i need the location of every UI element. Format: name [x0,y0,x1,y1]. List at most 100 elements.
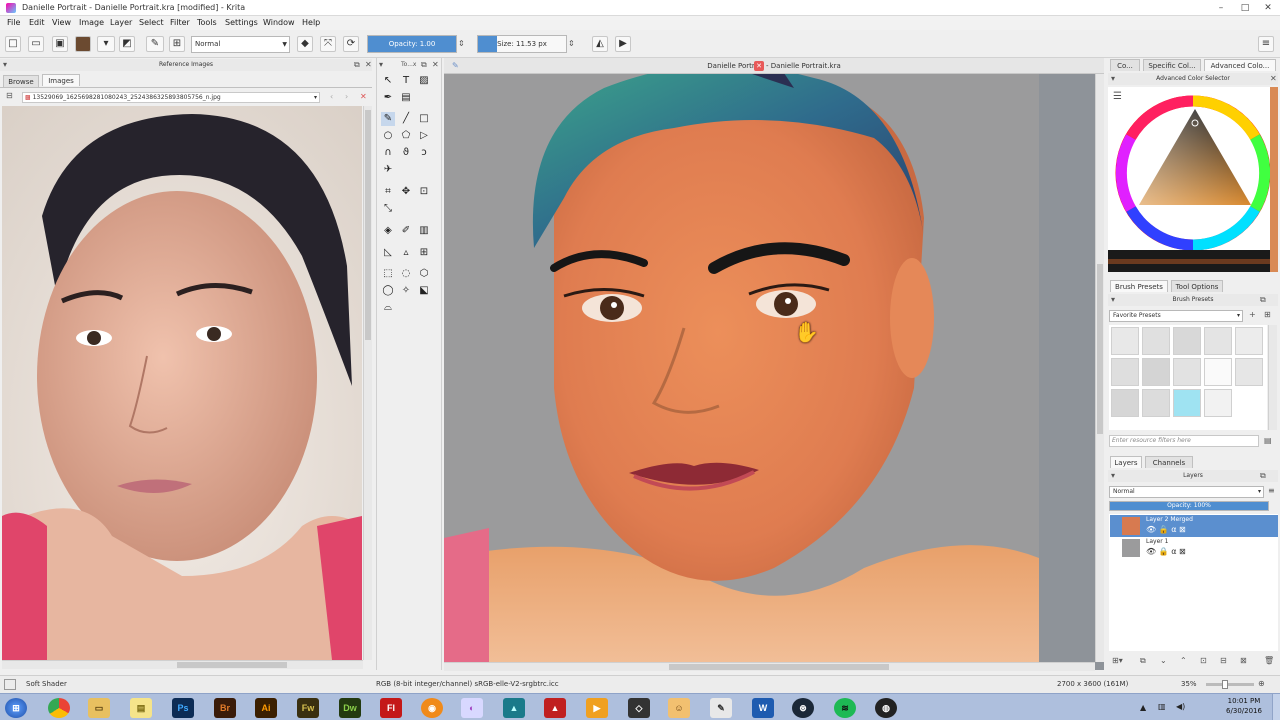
move-layer-up-icon[interactable]: ⌃ [1180,656,1187,665]
menu-file[interactable]: File [7,18,20,27]
brush-preset-12[interactable] [1142,389,1170,417]
acrobat-icon[interactable]: ▲ [544,698,566,718]
zoom-slider[interactable] [1206,680,1254,689]
tab-specific-color[interactable]: Specific Col... [1143,59,1201,71]
magic-wand-tool-icon[interactable]: ✧ [399,284,413,298]
layer-options-icon[interactable]: ≡ [1268,486,1275,495]
steam-icon[interactable]: ⊛ [792,698,814,718]
brush-preset-6[interactable] [1111,358,1139,386]
multibrush-tool-icon[interactable]: ✈ [381,163,395,177]
illustrator-icon[interactable]: Ai [255,698,277,718]
freehand-select-tool-icon[interactable]: ◯ [381,284,395,298]
flash-icon[interactable]: Fl [380,698,402,718]
reference-vertical-scrollbar[interactable] [363,106,372,660]
close-window-button[interactable]: ✕ [1257,2,1279,14]
layers-collapse-icon[interactable]: ▾ [1111,471,1115,480]
tab-color[interactable]: Co... [1110,59,1140,71]
path-dropdown-icon[interactable]: ▾ [314,93,317,102]
eraser-mode-icon[interactable]: ◆ [297,36,313,52]
brush-collapse-icon[interactable]: ▾ [1111,295,1115,304]
blend-mode-select[interactable]: Normal ▼ [191,36,290,53]
canvas-vertical-scrollbar[interactable] [1095,74,1104,662]
word-icon[interactable]: W [752,698,774,718]
new-document-icon[interactable]: □ [5,36,21,52]
sticky-notes-icon[interactable]: ▤ [130,698,152,718]
bezier-tool-icon[interactable]: ∩ [381,146,395,160]
brush-float-icon[interactable]: ⧉ [1260,295,1266,305]
menu-view[interactable]: View [52,18,71,27]
volume-icon[interactable]: ◀) [1176,702,1185,711]
reload-preset-icon[interactable]: ⟳ [343,36,359,52]
toolbox-collapse-icon[interactable]: ▾ [379,60,383,69]
brush-preset-11[interactable] [1111,389,1139,417]
canvas-area[interactable]: ✋ [444,58,1104,670]
mirror-horizontal-icon[interactable]: ◭ [592,36,608,52]
canvas-tab-title[interactable]: Danielle Portrait - Danielle Portrait.kr… [444,62,1104,70]
menu-window[interactable]: Window [263,18,295,27]
directory-icon[interactable]: ⊟ [6,91,13,100]
network-icon[interactable]: ▥ [1158,702,1166,711]
brush-save-filter-icon[interactable]: ▤ [1264,436,1272,445]
brush-preset-10[interactable] [1235,358,1263,386]
perspective-grid-tool-icon[interactable]: ▵ [399,246,413,260]
toolbox-float-icon[interactable]: ⧉ [421,60,427,70]
freehand-brush-tool-icon[interactable]: ✎ [381,112,395,126]
line-tool-icon[interactable]: ╱ [399,112,413,126]
app-icon[interactable]: ▲ [503,698,525,718]
collapse-arrow-icon[interactable]: ▾ [3,60,7,69]
canvas-horizontal-scrollbar[interactable] [444,662,1095,671]
remove-image-icon[interactable]: ✕ [360,92,367,101]
tab-images[interactable]: Images [42,74,80,86]
bezier-select-tool-icon[interactable]: ⌓ [381,301,395,315]
grid-tool-icon[interactable]: ⊞ [417,246,431,260]
layer-blend-mode-select[interactable]: Normal ▾ [1109,486,1264,498]
duplicate-layer-icon[interactable]: ⧉ [1140,656,1146,666]
tray-arrow-icon[interactable]: ▲ [1140,703,1146,712]
menu-help[interactable]: Help [302,18,320,27]
tab-browse[interactable]: Browse [3,75,39,87]
layer-visibility-icon[interactable]: 👁 🔒 α ⊠ [1146,547,1186,556]
brush-preset-14[interactable] [1204,389,1232,417]
color-wheel[interactable] [1108,87,1278,272]
gradient-selector[interactable]: ▾ [97,36,115,52]
brush-preset-9[interactable] [1204,358,1232,386]
menu-filter[interactable]: Filter [170,18,190,27]
dreamweaver-icon[interactable]: Dw [339,698,361,718]
gradient-tool-icon[interactable]: ▥ [417,224,431,238]
layer-row-layer-1[interactable]: Layer 1 👁 🔒 α ⊠ [1110,537,1278,559]
pattern-selector[interactable] [75,36,91,52]
reference-horizontal-scrollbar[interactable] [2,660,363,669]
size-slider[interactable]: Size: 11.53 px [477,35,567,53]
color-collapse-icon[interactable]: ▾ [1111,74,1115,83]
brush-preset-5[interactable] [1235,327,1263,355]
dynamic-brush-tool-icon[interactable]: ↄ [417,146,431,160]
spotify-icon[interactable]: ≋ [834,698,856,718]
text-tool-icon[interactable]: T [399,74,413,88]
layer-visibility-icon[interactable]: 👁 🔒 α ⊠ [1146,525,1186,534]
color-close-icon[interactable]: ✕ [1270,74,1277,83]
menu-layer[interactable]: Layer [110,18,132,27]
select-shapes-tool-icon[interactable]: ↖ [381,74,395,88]
finder-icon[interactable]: ☺ [668,698,690,718]
tab-advanced-color[interactable]: Advanced Colo... [1204,59,1276,71]
brush-preset-13-selected[interactable] [1173,389,1201,417]
brush-filter-input[interactable]: Enter resource filters here [1109,435,1259,447]
brush-preset-3[interactable] [1173,327,1201,355]
brush-preset-7[interactable] [1142,358,1170,386]
prev-image-icon[interactable]: ‹ [330,92,333,101]
tab-brush-presets[interactable]: Brush Presets [1110,280,1168,292]
brush-tag-select[interactable]: Favorite Presets ▾ [1109,310,1243,322]
brush-preset-1[interactable] [1111,327,1139,355]
layers-float-icon[interactable]: ⧉ [1260,471,1266,481]
clock-time[interactable]: 10:01 PM [1222,697,1266,705]
brush-view-icon[interactable]: ⊞ [1264,310,1271,319]
opacity-spin-icon[interactable]: ⇕ [458,39,465,48]
open-document-icon[interactable]: ▭ [28,36,44,52]
merge-layer-icon[interactable]: ⊟ [1220,656,1227,665]
media-player-icon[interactable]: ▶ [586,698,608,718]
photoshop-icon[interactable]: Ps [172,698,194,718]
layer-row-layer-2-merged[interactable]: Layer 2 Merged 👁 🔒 α ⊠ [1110,515,1278,537]
painting-canvas[interactable] [444,58,1104,670]
similar-select-tool-icon[interactable]: ⬕ [417,284,431,298]
file-explorer-icon[interactable]: ▭ [88,698,110,718]
